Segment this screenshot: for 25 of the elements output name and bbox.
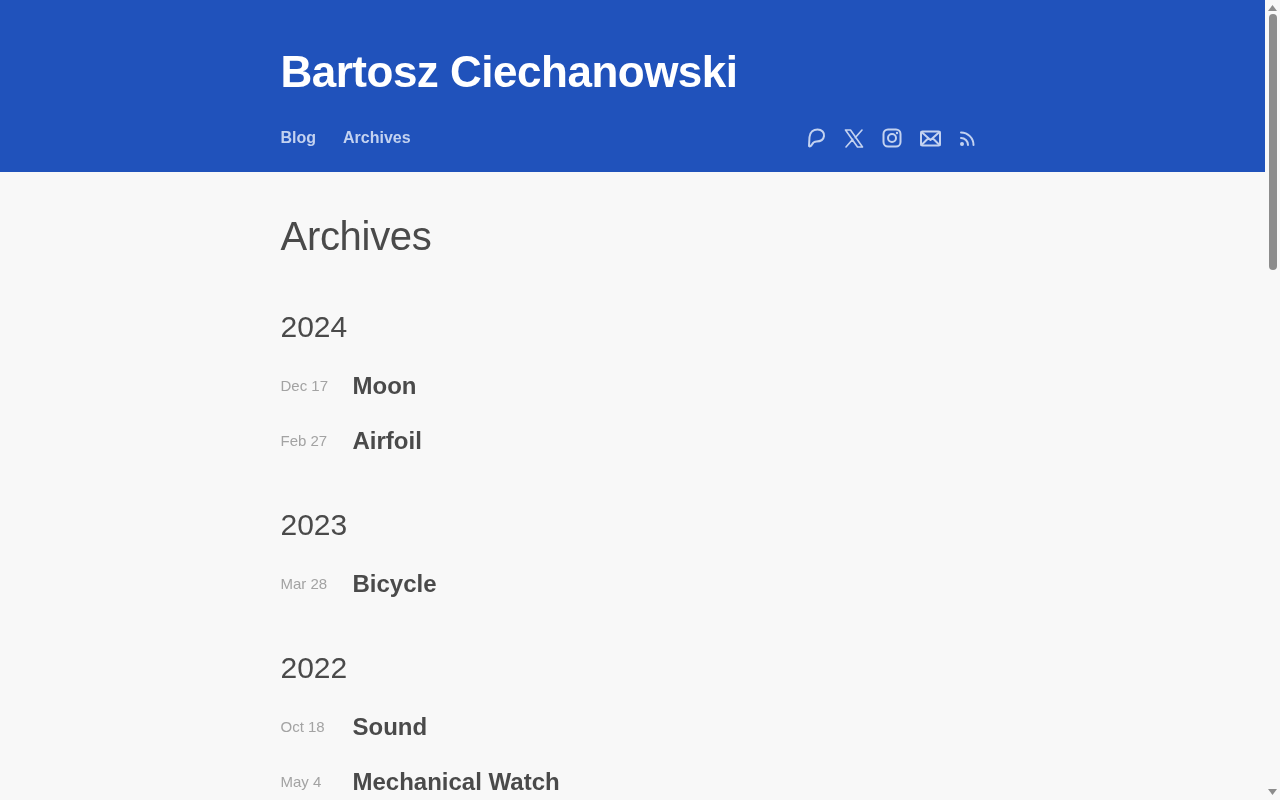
post-title-link[interactable]: Moon bbox=[352, 371, 417, 400]
rss-icon[interactable] bbox=[958, 129, 976, 147]
post-date: Oct 18 bbox=[280, 718, 326, 735]
post-title-link[interactable]: Mechanical Watch bbox=[352, 767, 560, 796]
scroll-up-icon[interactable] bbox=[1268, 5, 1277, 11]
camera-icon[interactable] bbox=[881, 128, 902, 148]
blob-logo-icon[interactable] bbox=[805, 128, 826, 148]
x-logo-icon[interactable] bbox=[843, 128, 864, 148]
post-title-link[interactable]: Sound bbox=[352, 712, 428, 741]
nav-link[interactable]: Archives bbox=[343, 126, 411, 150]
post-date: Dec 17 bbox=[280, 377, 330, 394]
year-heading: 2024 bbox=[280, 309, 349, 345]
scrollbar-thumb[interactable] bbox=[1268, 14, 1277, 270]
nav-link[interactable]: Blog bbox=[280, 126, 317, 150]
post-date: Mar 28 bbox=[280, 575, 329, 592]
mail-icon[interactable] bbox=[919, 129, 941, 147]
post-title-link[interactable]: Bicycle bbox=[352, 569, 437, 598]
post-title-link[interactable]: Airfoil bbox=[352, 426, 422, 455]
post-date: Feb 27 bbox=[280, 432, 329, 449]
year-heading: 2023 bbox=[280, 507, 349, 543]
scroll-down-icon[interactable] bbox=[1268, 789, 1277, 795]
site-title[interactable]: Bartosz Ciechanowski bbox=[280, 46, 738, 98]
page-heading: Archives bbox=[280, 213, 433, 260]
post-date: May 4 bbox=[280, 773, 323, 790]
year-heading: 2022 bbox=[280, 650, 349, 686]
